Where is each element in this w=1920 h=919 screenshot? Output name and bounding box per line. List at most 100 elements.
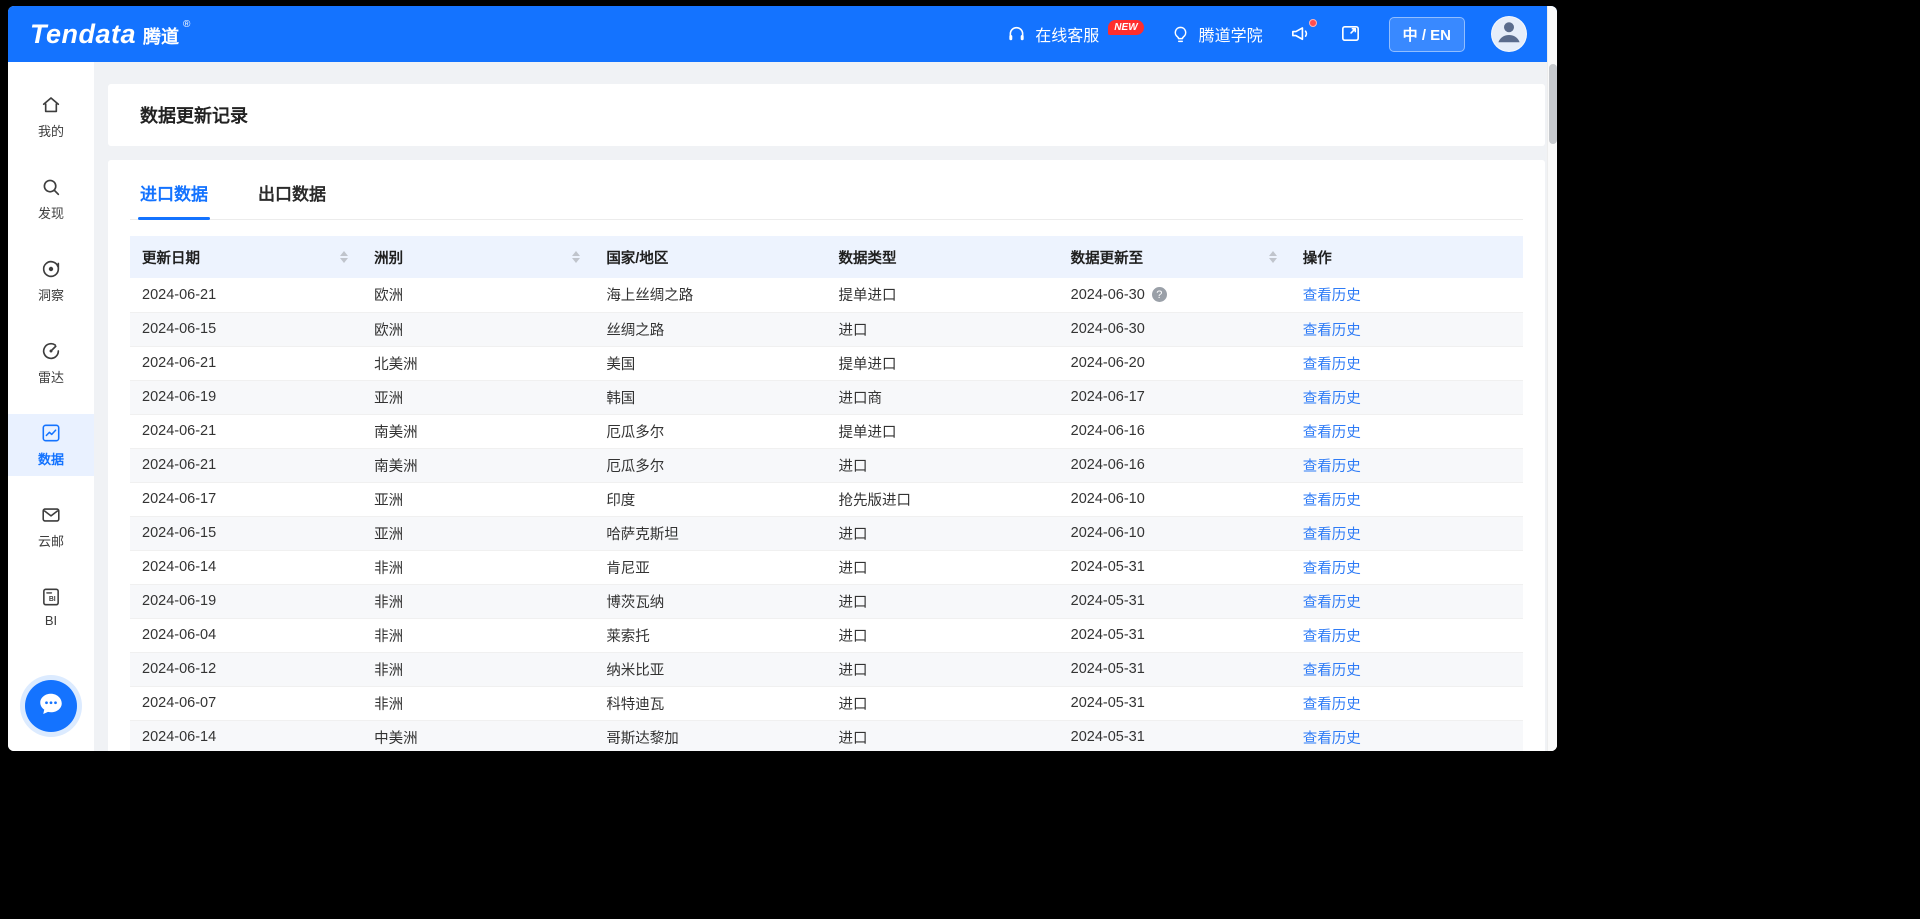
column-header-action: 操作: [1291, 236, 1523, 278]
cell-action: 查看历史: [1291, 414, 1523, 448]
user-avatar[interactable]: [1491, 16, 1527, 52]
column-header-update_date[interactable]: 更新日期: [130, 236, 362, 278]
cell-data-type: 提单进口: [826, 278, 1058, 312]
radar-icon: [40, 340, 62, 362]
cell-update-date: 2024-06-14: [130, 720, 362, 751]
view-history-link[interactable]: 查看历史: [1303, 663, 1361, 679]
cell-action: 查看历史: [1291, 550, 1523, 584]
sidebar-item-radar[interactable]: 雷达: [8, 332, 94, 394]
sidebar: 我的发现洞察雷达数据云邮 BIBI »: [8, 62, 94, 751]
view-history-link[interactable]: 查看历史: [1303, 288, 1361, 304]
body-row: 我的发现洞察雷达数据云邮BIBI » 数据更新记录 进口数据出口数据 更新日期洲…: [8, 62, 1557, 751]
cell-region: 肯尼亚: [594, 550, 826, 584]
table-row: 2024-06-21南美洲厄瓜多尔提单进口2024-06-16查看历史: [130, 414, 1523, 448]
cell-updated-to: 2024-06-16: [1059, 414, 1291, 448]
table-row: 2024-06-14中美洲哥斯达黎加进口2024-05-31查看历史: [130, 720, 1523, 751]
cell-region: 丝绸之路: [594, 312, 826, 346]
chat-bubble-icon: [36, 689, 66, 724]
cell-region: 韩国: [594, 380, 826, 414]
column-header-data_type: 数据类型: [826, 236, 1058, 278]
column-header-updated_to[interactable]: 数据更新至: [1059, 236, 1291, 278]
sort-icon[interactable]: [340, 251, 348, 263]
column-label: 更新日期: [142, 247, 200, 268]
announcement-icon[interactable]: [1289, 22, 1313, 46]
sort-desc-icon[interactable]: [340, 258, 348, 263]
cell-updated-to: 2024-05-31: [1059, 550, 1291, 584]
table-row: 2024-06-15亚洲哈萨克斯坦进口2024-06-10查看历史: [130, 516, 1523, 550]
view-history-link[interactable]: 查看历史: [1303, 629, 1361, 645]
language-toggle-button[interactable]: 中 / EN: [1389, 17, 1465, 52]
sidebar-item-home[interactable]: 我的: [8, 86, 94, 148]
view-history-link[interactable]: 查看历史: [1303, 323, 1361, 339]
sort-icon[interactable]: [572, 251, 580, 263]
view-history-link[interactable]: 查看历史: [1303, 493, 1361, 509]
tendata-logo[interactable]: Tendata 腾道 ®: [30, 19, 190, 50]
online-service-button[interactable]: 在线客服NEW: [1006, 22, 1143, 46]
cell-update-date: 2024-06-21: [130, 278, 362, 312]
help-icon[interactable]: ?: [1152, 287, 1167, 302]
scrollbar-thumb[interactable]: [1549, 64, 1557, 144]
sidebar-item-label: BI: [45, 613, 57, 628]
sidebar-item-insight[interactable]: 洞察: [8, 250, 94, 312]
search-icon: [40, 176, 62, 198]
cell-update-date: 2024-06-15: [130, 312, 362, 346]
page-scrollbar[interactable]: [1547, 6, 1557, 751]
cell-data-type: 进口: [826, 584, 1058, 618]
sidebar-item-discover[interactable]: 发现: [8, 168, 94, 230]
sidebar-item-mail[interactable]: 云邮: [8, 496, 94, 558]
view-history-link[interactable]: 查看历史: [1303, 595, 1361, 611]
cell-region: 哈萨克斯坦: [594, 516, 826, 550]
sort-asc-icon[interactable]: [1269, 251, 1277, 256]
sort-icon[interactable]: [1269, 251, 1277, 263]
table-row: 2024-06-07非洲科特迪瓦进口2024-05-31查看历史: [130, 686, 1523, 720]
sort-desc-icon[interactable]: [1269, 258, 1277, 263]
cell-updated-to: 2024-06-30: [1059, 312, 1291, 346]
cell-update-date: 2024-06-15: [130, 516, 362, 550]
collapse-sidebar-button[interactable]: »: [46, 750, 56, 751]
cell-action: 查看历史: [1291, 380, 1523, 414]
cell-updated-to: 2024-06-10: [1059, 516, 1291, 550]
sort-asc-icon[interactable]: [340, 251, 348, 256]
notification-dot: [1309, 19, 1317, 27]
table-row: 2024-06-19亚洲韩国进口商2024-06-17查看历史: [130, 380, 1523, 414]
sidebar-item-label: 洞察: [38, 285, 64, 304]
sort-asc-icon[interactable]: [572, 251, 580, 256]
table-body: 2024-06-21欧洲海上丝绸之路提单进口2024-06-30?查看历史202…: [130, 278, 1523, 751]
sort-desc-icon[interactable]: [572, 258, 580, 263]
sidebar-item-data[interactable]: 数据: [8, 414, 94, 476]
cell-updated-to: 2024-05-31: [1059, 618, 1291, 652]
cell-region: 科特迪瓦: [594, 686, 826, 720]
chat-fab-button[interactable]: [25, 680, 77, 732]
column-label: 洲别: [374, 247, 403, 268]
fullscreen-icon[interactable]: [1339, 22, 1363, 46]
tab-import[interactable]: 进口数据: [138, 160, 210, 219]
view-history-link[interactable]: 查看历史: [1303, 561, 1361, 577]
cell-data-type: 进口: [826, 516, 1058, 550]
new-badge: NEW: [1108, 20, 1143, 35]
cell-data-type: 提单进口: [826, 346, 1058, 380]
view-history-link[interactable]: 查看历史: [1303, 459, 1361, 475]
sidebar-item-bi[interactable]: BIBI: [8, 578, 94, 636]
cell-continent: 中美洲: [362, 720, 594, 751]
cell-updated-to: 2024-05-31: [1059, 584, 1291, 618]
column-header-continent[interactable]: 洲别: [362, 236, 594, 278]
cell-action: 查看历史: [1291, 312, 1523, 346]
academy-button[interactable]: 腾道学院: [1170, 22, 1263, 46]
view-history-link[interactable]: 查看历史: [1303, 425, 1361, 441]
view-history-link[interactable]: 查看历史: [1303, 391, 1361, 407]
table-head: 更新日期洲别国家/地区数据类型数据更新至操作: [130, 236, 1523, 278]
view-history-link[interactable]: 查看历史: [1303, 357, 1361, 373]
cell-update-date: 2024-06-17: [130, 482, 362, 516]
cell-continent: 非洲: [362, 550, 594, 584]
view-history-link[interactable]: 查看历史: [1303, 527, 1361, 543]
view-history-link[interactable]: 查看历史: [1303, 697, 1361, 713]
cell-updated-to: 2024-05-31: [1059, 720, 1291, 751]
cell-update-date: 2024-06-21: [130, 414, 362, 448]
cell-updated-to: 2024-06-30?: [1059, 278, 1291, 312]
cell-region: 厄瓜多尔: [594, 414, 826, 448]
cell-action: 查看历史: [1291, 516, 1523, 550]
tab-export[interactable]: 出口数据: [256, 160, 328, 219]
cell-update-date: 2024-06-19: [130, 380, 362, 414]
view-history-link[interactable]: 查看历史: [1303, 731, 1361, 747]
cell-continent: 亚洲: [362, 380, 594, 414]
